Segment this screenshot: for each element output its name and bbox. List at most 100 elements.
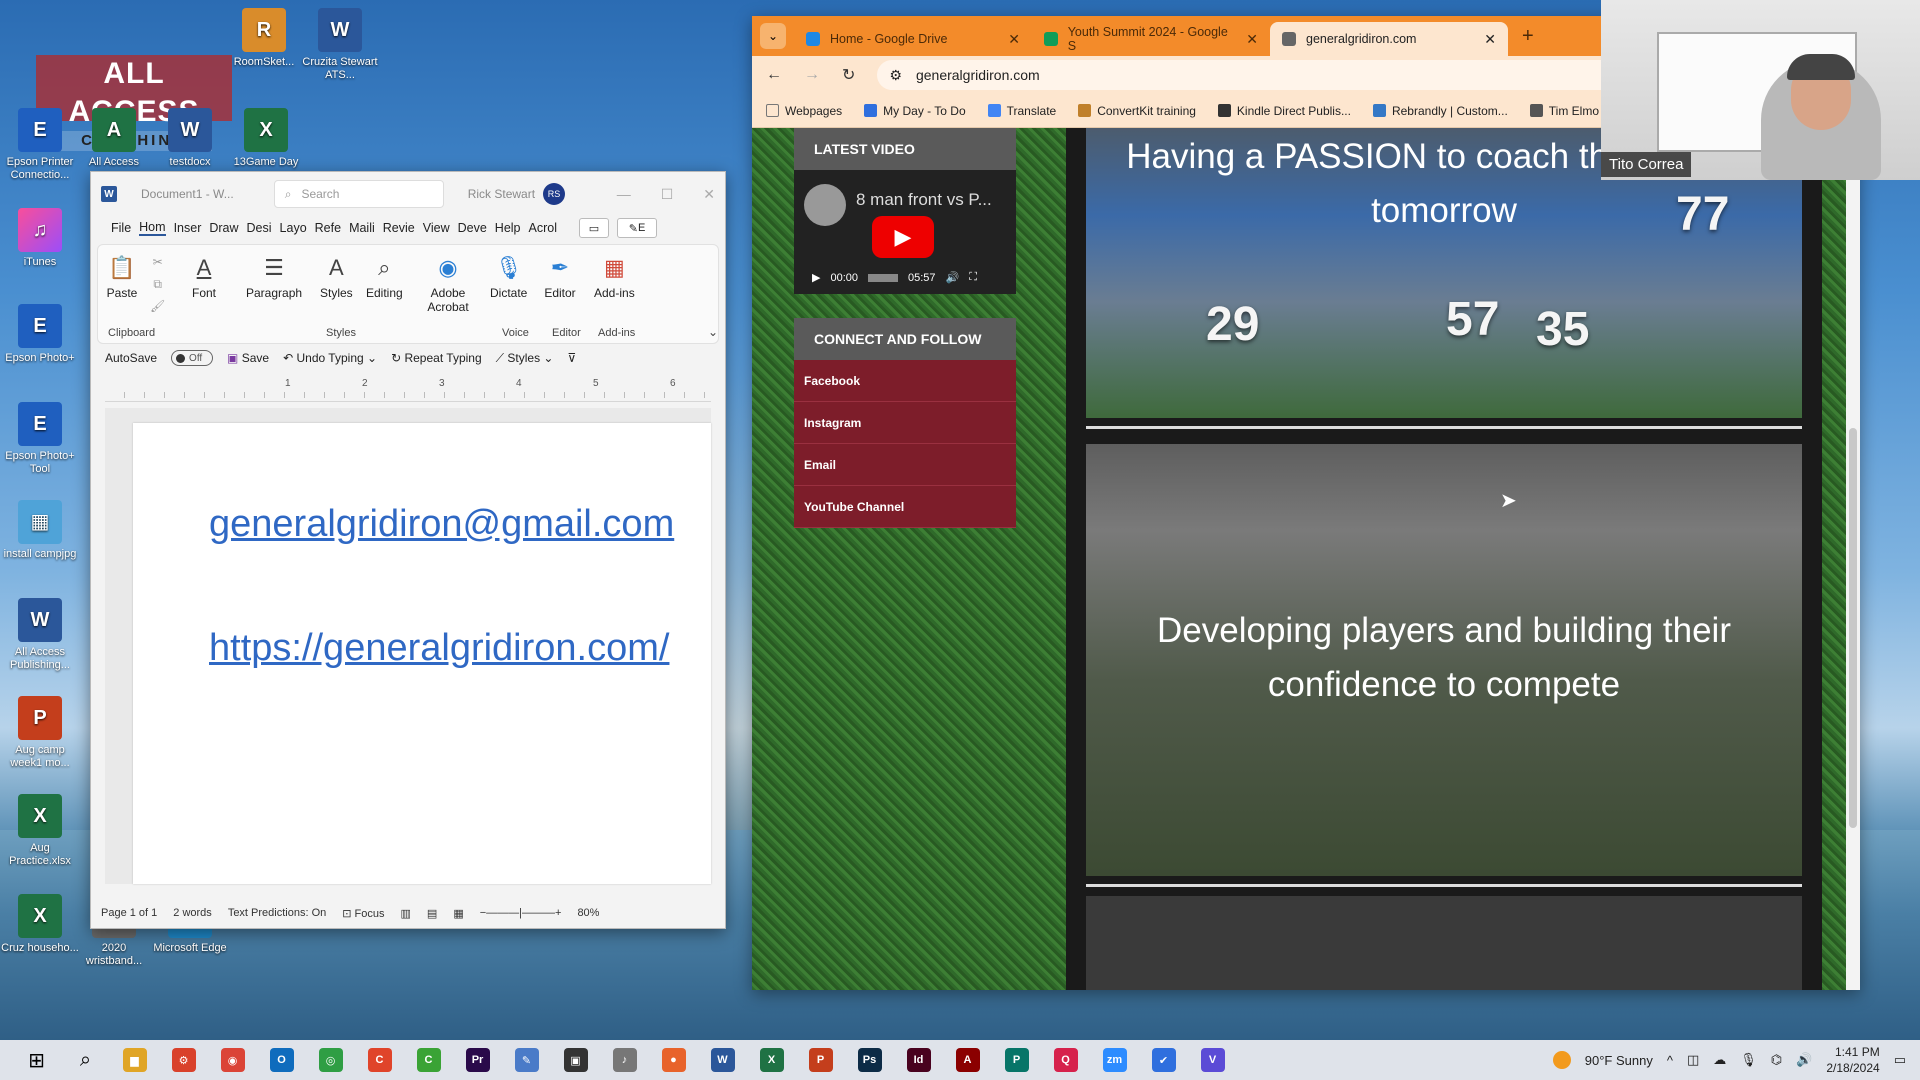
format-painter-icon[interactable]: 🖌 [150, 295, 165, 317]
volume-icon[interactable]: 🔊 [946, 271, 960, 284]
maximize-icon[interactable]: ☐ [661, 186, 674, 203]
back-icon[interactable]: ← [766, 66, 782, 84]
taskbar-app-publisher[interactable]: P [992, 1040, 1041, 1080]
desktop-icon-itunes[interactable]: ♫ iTunes [0, 208, 80, 269]
paragraph-button[interactable]: ☰ Paragraph [246, 253, 302, 300]
network-icon[interactable]: ◫ [1687, 1052, 1699, 1068]
bookmark-my-day[interactable]: My Day - To Do [864, 104, 966, 118]
repeat-button[interactable]: ↻ Repeat Typing [391, 351, 482, 365]
volume-icon[interactable]: 🔊 [1796, 1052, 1812, 1068]
scrollbar-thumb[interactable] [1849, 428, 1857, 828]
social-link-facebook[interactable]: Facebook [794, 360, 1016, 402]
undo-button[interactable]: ↶ Undo Typing ⌄ [283, 351, 377, 365]
tab-references[interactable]: Refe [315, 221, 341, 235]
tab-youth-summit[interactable]: Youth Summit 2024 - Google S ✕ [1032, 22, 1270, 56]
web-page-viewport[interactable]: LATEST VIDEO 8 man front vs P... ▶ ▶ 00:… [752, 128, 1860, 990]
taskbar-app-photoshop[interactable]: Ps [845, 1040, 894, 1080]
tab-help[interactable]: Help [495, 221, 521, 235]
document-canvas[interactable]: generalgridiron@gmail.com https://genera… [105, 408, 711, 884]
social-link-email[interactable]: Email [794, 444, 1016, 486]
tab-view[interactable]: View [423, 221, 450, 235]
close-icon[interactable]: ✕ [703, 186, 715, 203]
tab-generalgridiron[interactable]: generalgridiron.com ✕ [1270, 22, 1508, 56]
desktop-icon-cruz-household[interactable]: X Cruz househo... [0, 894, 80, 955]
notifications-icon[interactable]: ▭ [1894, 1052, 1906, 1068]
taskbar-app-app-red[interactable]: ⚙ [159, 1040, 208, 1080]
bookmark-translate[interactable]: Translate [987, 104, 1056, 118]
taskbar-app-app-mic[interactable]: ♪ [600, 1040, 649, 1080]
horizontal-ruler[interactable]: 1 2 3 4 5 6 [105, 378, 711, 402]
embedded-video-player[interactable]: 8 man front vs P... ▶ ▶ 00:00 05:57 🔊 ⛶ [794, 170, 1016, 294]
editing-button[interactable]: ⌕ Editing [366, 253, 403, 300]
desktop-icon-all-access[interactable]: A All Access [74, 108, 154, 169]
taskbar-app-chrome[interactable]: ◉ [208, 1040, 257, 1080]
bookmark-convertkit[interactable]: ConvertKit training [1078, 104, 1196, 118]
taskbar-app-indesign[interactable]: Id [894, 1040, 943, 1080]
bookmark-kindle[interactable]: Kindle Direct Publis... [1217, 104, 1351, 118]
social-link-instagram[interactable]: Instagram [794, 402, 1016, 444]
social-link-youtube[interactable]: YouTube Channel [794, 486, 1016, 528]
tab-file[interactable]: File [111, 221, 131, 235]
desktop-icon-epson-photo[interactable]: E Epson Photo+ [0, 304, 80, 365]
adobe-acrobat-button[interactable]: ◉ Adobe Acrobat [420, 253, 476, 314]
styles-qat-button[interactable]: ⟋ Styles ⌄ [496, 351, 554, 366]
styles-button[interactable]: A Styles [320, 253, 353, 300]
play-icon[interactable]: ▶ [812, 271, 820, 284]
clock[interactable]: 1:41 PM 2/18/2024 [1826, 1044, 1879, 1076]
desktop-icon-testdocx[interactable]: W testdocx [150, 108, 230, 169]
add-ins-button[interactable]: ▦ Add-ins [594, 253, 635, 300]
taskbar-app-app-orange[interactable]: ● [649, 1040, 698, 1080]
desktop-icon-aug-camp[interactable]: P Aug camp week1 mo... [0, 696, 80, 770]
word-search-box[interactable]: ⌕ Search [273, 180, 444, 208]
page-scrollbar[interactable] [1846, 128, 1860, 990]
desktop-icon-game-day[interactable]: X 13Game Day [226, 108, 306, 169]
tab-mailings[interactable]: Maili [349, 221, 375, 235]
taskbar-app-app-dark[interactable]: ▣ [551, 1040, 600, 1080]
copy-icon[interactable]: ⧉ [150, 273, 165, 295]
editor-button[interactable]: ✒ Editor [544, 253, 576, 300]
close-tab-icon[interactable]: ✕ [1484, 31, 1496, 48]
desktop-icon-all-access-publishing[interactable]: W All Access Publishing... [0, 598, 80, 672]
document-page[interactable]: generalgridiron@gmail.com https://genera… [133, 423, 711, 884]
word-count[interactable]: 2 words [173, 907, 212, 919]
taskbar-app-app-pen[interactable]: ✎ [502, 1040, 551, 1080]
close-tab-icon[interactable]: ✕ [1246, 31, 1258, 48]
bookmark-webpages[interactable]: Webpages [766, 104, 842, 118]
reload-icon[interactable]: ↻ [842, 65, 855, 85]
taskbar-app-app-camtasia[interactable]: C [404, 1040, 453, 1080]
paste-button[interactable]: 📋 Paste [106, 253, 138, 300]
tab-google-drive[interactable]: Home - Google Drive ✕ [794, 22, 1032, 56]
microphone-icon[interactable]: 🎙 [1740, 1052, 1757, 1068]
avatar[interactable]: RS [543, 183, 566, 205]
site-info-icon[interactable]: ⚙ [889, 67, 902, 84]
taskbar-app-file-explorer[interactable]: ▆ [110, 1040, 159, 1080]
desktop-icon-aug-practice[interactable]: X Aug Practice.xlsx [0, 794, 80, 868]
wifi-icon[interactable]: ⌬ [1771, 1052, 1782, 1068]
forward-icon[interactable]: → [804, 66, 820, 84]
tab-review[interactable]: Revie [383, 221, 415, 235]
font-button[interactable]: A Font [188, 253, 220, 300]
text-predictions[interactable]: Text Predictions: On [228, 907, 326, 919]
close-tab-icon[interactable]: ✕ [1008, 31, 1020, 48]
new-tab-icon[interactable]: + [1522, 25, 1534, 48]
tab-acrobat[interactable]: Acrol [529, 221, 557, 235]
taskbar-app-premiere[interactable]: Pr [453, 1040, 502, 1080]
taskbar-app-outlook[interactable]: O [257, 1040, 306, 1080]
desktop-icon-epson-printer[interactable]: E Epson Printer Connectio... [0, 108, 80, 182]
taskbar-app-acrobat[interactable]: A [943, 1040, 992, 1080]
onedrive-icon[interactable]: ☁ [1713, 1052, 1726, 1068]
autosave-toggle[interactable]: Off [171, 350, 214, 366]
tab-draw[interactable]: Draw [209, 221, 238, 235]
taskbar-app-app-green[interactable]: ◎ [306, 1040, 355, 1080]
web-layout-icon[interactable]: ▦ [453, 907, 463, 920]
bookmark-rebrandly[interactable]: Rebrandly | Custom... [1372, 104, 1508, 118]
start-button[interactable]: ⊞ [12, 1040, 61, 1080]
word-window[interactable]: W Document1 - W... ⌕ Search Rick Stewart… [90, 171, 726, 929]
weather-text[interactable]: 90°F Sunny [1585, 1053, 1653, 1068]
zoom-level[interactable]: 80% [577, 907, 599, 919]
desktop-icon-roomsketcher[interactable]: R RoomSket... [224, 8, 304, 69]
taskbar-app-app-v[interactable]: V [1188, 1040, 1237, 1080]
desktop-icon-epson-photo-tool[interactable]: E Epson Photo+ Tool [0, 402, 80, 476]
taskbar-app-word[interactable]: W [698, 1040, 747, 1080]
read-mode-icon[interactable]: ▥ [401, 907, 411, 920]
